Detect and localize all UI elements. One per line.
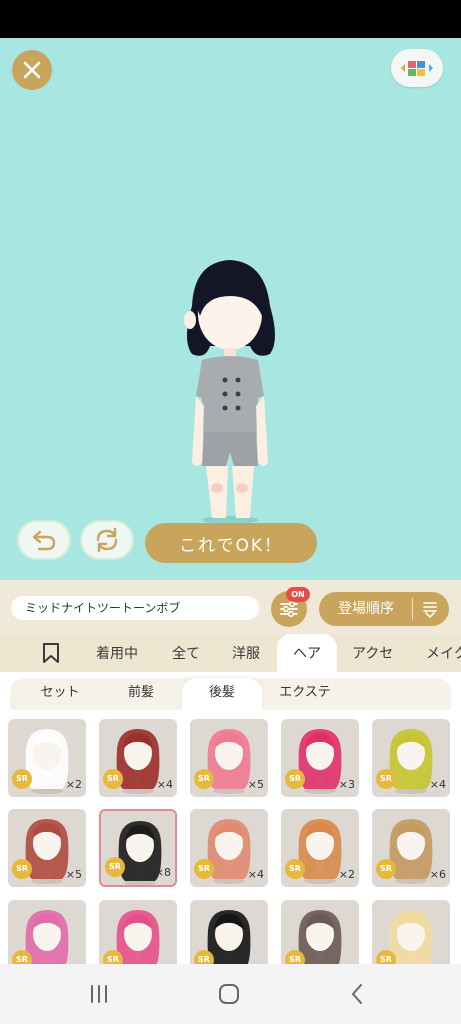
avatar-stage: これでOK！ [0, 38, 461, 580]
bookmark-icon[interactable] [42, 642, 60, 664]
tab-makeup[interactable]: メイク [426, 634, 461, 672]
rarity-badge: SR [376, 859, 396, 879]
sliders-icon [280, 600, 298, 618]
item-name-bar: ミッドナイトツートーンボブ ON 登場順序 [0, 580, 461, 634]
hair-item-card[interactable]: SR [190, 900, 268, 964]
undo-button[interactable] [17, 520, 71, 560]
tab-clothes[interactable]: 洋服 [232, 634, 260, 672]
subtab-set[interactable]: セット [24, 678, 96, 710]
hair-item-card[interactable]: SR ×3 [281, 719, 359, 797]
rarity-badge: SR [194, 769, 214, 789]
avatar-figure [184, 260, 275, 524]
item-count: ×5 [247, 778, 264, 791]
rarity-badge: SR [103, 769, 123, 789]
view-toggle-button[interactable] [391, 49, 443, 87]
sort-lines-icon [423, 602, 437, 618]
item-count: ×8 [154, 866, 171, 879]
hair-item-card[interactable]: SR ×5 [190, 719, 268, 797]
tab-all[interactable]: 全て [172, 634, 200, 672]
rarity-badge: SR [12, 950, 32, 964]
subtab-extensions[interactable]: エクステ [266, 678, 344, 710]
rotate-icon [96, 527, 118, 553]
rarity-badge: SR [105, 857, 125, 877]
hair-item-card[interactable]: SR ×2 [281, 809, 359, 887]
hair-item-card[interactable]: SR ×6 [372, 809, 450, 887]
tab-hair[interactable]: ヘア [277, 634, 337, 672]
tab-accessories[interactable]: アクセ [352, 634, 393, 672]
hair-item-card[interactable]: SR ×2 [8, 719, 86, 797]
sort-divider [412, 598, 413, 620]
filter-on-badge: ON [286, 587, 310, 602]
back-button[interactable] [342, 982, 372, 1006]
randomize-button[interactable] [80, 520, 134, 560]
item-count: ×2 [338, 868, 355, 881]
item-count: ×6 [429, 868, 446, 881]
rarity-badge: SR [376, 769, 396, 789]
category-tabs: 着用中 全て 洋服 ヘア アクセ メイク [0, 634, 461, 672]
rarity-badge: SR [12, 769, 32, 789]
close-button[interactable] [12, 50, 52, 90]
subtab-bangs[interactable]: 前髪 [110, 678, 172, 710]
rarity-badge: SR [194, 950, 214, 964]
item-name-display: ミッドナイトツートーンボブ [11, 596, 259, 620]
hair-item-card[interactable]: SR [8, 900, 86, 964]
rarity-badge: SR [285, 950, 305, 964]
rarity-badge: SR [12, 859, 32, 879]
subtab-back-hair[interactable]: 後髪 [182, 678, 262, 710]
rarity-badge: SR [103, 950, 123, 964]
close-icon [23, 61, 41, 79]
hair-item-card[interactable]: SR [372, 900, 450, 964]
hair-item-card[interactable]: SR ×4 [372, 719, 450, 797]
hair-item-card[interactable]: SR [281, 900, 359, 964]
rarity-badge: SR [285, 859, 305, 879]
tab-wearing[interactable]: 着用中 [96, 634, 138, 672]
rarity-badge: SR [376, 950, 396, 964]
item-count: ×3 [338, 778, 355, 791]
sort-label: 登場順序 [338, 601, 394, 617]
hair-item-card[interactable]: SR ×4 [99, 719, 177, 797]
confirm-button[interactable]: これでOK！ [145, 523, 317, 563]
home-button[interactable] [214, 982, 244, 1006]
recent-apps-icon [91, 985, 107, 1003]
item-count: ×5 [65, 868, 82, 881]
item-count: ×4 [247, 868, 264, 881]
hair-item-card[interactable]: SR ×4 [190, 809, 268, 887]
rarity-badge: SR [194, 859, 214, 879]
hair-item-card[interactable]: SR [99, 900, 177, 964]
color-blocks-icon [401, 61, 433, 76]
system-nav-bar [0, 964, 461, 1024]
undo-icon [32, 530, 56, 551]
recent-apps-button[interactable] [84, 982, 114, 1006]
item-count: ×4 [156, 778, 173, 791]
item-count: ×4 [429, 778, 446, 791]
subcategory-tabs: セット 前髪 後髪 エクステ [0, 672, 461, 710]
status-bar [0, 0, 461, 38]
sort-button[interactable]: 登場順序 [319, 592, 449, 626]
item-count: ×2 [65, 778, 82, 791]
home-icon [219, 984, 239, 1004]
rarity-badge: SR [285, 769, 305, 789]
hair-item-card[interactable]: SR ×8 [99, 809, 177, 887]
hair-item-card[interactable]: SR ×5 [8, 809, 86, 887]
item-grid: SR ×2 SR ×4 SR ×5 SR ×3 SR ×4 SR ×5 SR ×8 SR ×4 SR ×2 SR ×6… [0, 710, 461, 964]
back-icon [352, 984, 362, 1004]
